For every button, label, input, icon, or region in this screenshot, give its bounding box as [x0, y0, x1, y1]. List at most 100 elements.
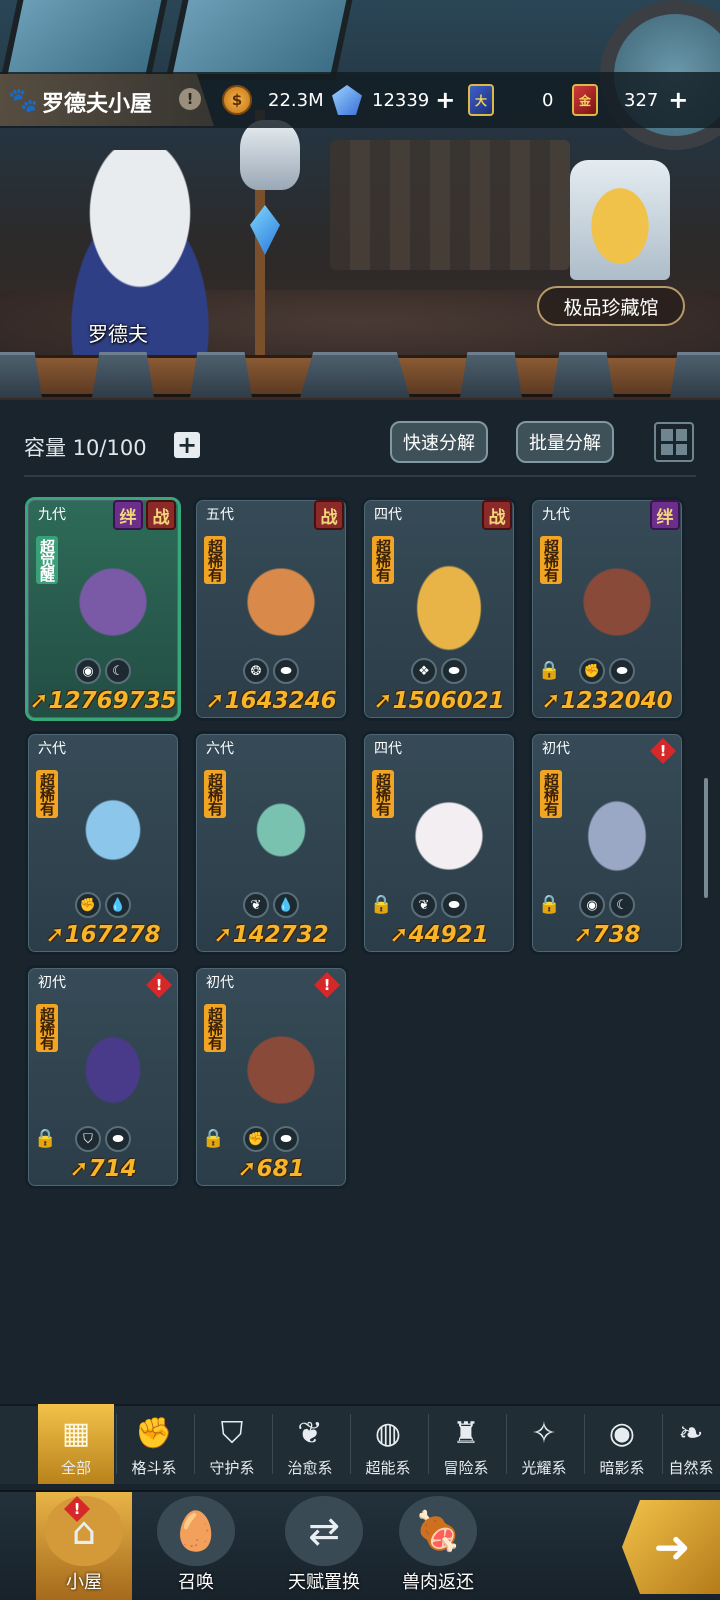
- filter-tab-label: 自然系: [668, 1459, 714, 1477]
- psychic-icon: ◍: [374, 1415, 402, 1451]
- pet-card[interactable]: 六代 超稀有 ❦ 💧 ➚142732: [193, 731, 349, 955]
- window: [0, 0, 170, 80]
- filter-tab-psychic[interactable]: ◍ 超能系: [350, 1404, 426, 1484]
- sprout-icon: ❦: [411, 892, 437, 918]
- divider: [24, 475, 696, 477]
- rarity-tag: 超稀有: [540, 536, 562, 584]
- pet-generation: 九代: [542, 507, 570, 523]
- rarity-tag: 超稀有: [36, 1004, 58, 1052]
- filter-tab-all[interactable]: ▦ 全部: [38, 1404, 114, 1484]
- bookshelf: [330, 140, 570, 270]
- battle-badge: 战: [146, 500, 176, 530]
- add-crystal-button[interactable]: +: [433, 86, 457, 114]
- gold-ticket-value: 327: [624, 89, 659, 111]
- filter-tab-sprout[interactable]: ❦ 治愈系: [272, 1404, 348, 1484]
- filter-tab-shield[interactable]: ⛉ 守护系: [194, 1404, 270, 1484]
- nav-meat[interactable]: 🍖 兽肉返还: [376, 1492, 500, 1600]
- info-icon[interactable]: !: [179, 88, 201, 110]
- pet-portrait: [58, 770, 168, 890]
- crystal-icon: [332, 85, 362, 115]
- pet-card[interactable]: 四代 超稀有 🔒 ❦ ⬬ ➚44921: [361, 731, 517, 955]
- pet-generation: 六代: [206, 741, 234, 757]
- rarity-tag: 超稀有: [204, 1004, 226, 1052]
- filter-tab-label: 治愈系: [287, 1459, 333, 1477]
- filter-tab-leaf[interactable]: ❧ 自然系: [662, 1404, 720, 1484]
- leaf-icon: ❧: [678, 1415, 704, 1451]
- sprout-icon: ❦: [243, 892, 269, 918]
- pet-card[interactable]: 五代 超稀有 战 ❂ ⬬ ➚1643246: [193, 497, 349, 721]
- pet-card[interactable]: 六代 超稀有 ✊ 💧 ➚167278: [25, 731, 181, 955]
- nav-egg[interactable]: 🥚 召唤: [148, 1492, 244, 1600]
- pet-portrait: [562, 770, 672, 890]
- nav-label: 召唤: [178, 1572, 214, 1593]
- coin-value: 22.3M: [268, 89, 324, 111]
- water-icon: 💧: [273, 892, 299, 918]
- alert-icon: !: [650, 738, 676, 764]
- flame-icon: ❖: [411, 658, 437, 684]
- grid-view-button[interactable]: [654, 422, 694, 462]
- element-icons: ❦ 💧: [196, 892, 346, 918]
- rarity-tag: 超稀有: [204, 536, 226, 584]
- nav-swap[interactable]: ⇄ 天赋置换: [262, 1492, 386, 1600]
- character-name: 罗德夫: [88, 322, 148, 346]
- scrollbar[interactable]: [704, 778, 708, 898]
- filter-tab-light[interactable]: ✧ 光耀系: [506, 1404, 582, 1484]
- rarity-tag: 超稀有: [372, 536, 394, 584]
- filter-tab-fist[interactable]: ✊ 格斗系: [116, 1404, 192, 1484]
- go-arrow-button[interactable]: ➜: [622, 1500, 720, 1594]
- light-icon: ✧: [531, 1415, 557, 1451]
- owl: [240, 120, 300, 190]
- tab-separator: [350, 1414, 351, 1474]
- ticket-resource: 大 0: [468, 84, 553, 116]
- tab-separator: [116, 1414, 117, 1474]
- window: [165, 0, 355, 80]
- pet-card[interactable]: 九代 超稀有绊 🔒 ✊ ⬬ ➚1232040: [529, 497, 685, 721]
- tab-separator: [584, 1414, 585, 1474]
- rail-block: [190, 352, 252, 398]
- museum-button[interactable]: 极品珍藏馆: [537, 286, 685, 326]
- capacity-label: 容量 10/100: [24, 436, 147, 460]
- power-value: ➚167278: [45, 922, 161, 948]
- pet-generation: 四代: [374, 507, 402, 523]
- pet-card[interactable]: 初代 超稀有! 🔒 ◉ ☾ ➚738: [529, 731, 685, 955]
- badge-group: 绊: [650, 500, 680, 530]
- rail-block: [300, 352, 410, 398]
- eye-icon: ◉: [579, 892, 605, 918]
- rail-block: [670, 352, 720, 398]
- rail-block: [552, 352, 614, 398]
- egg-icon: 🥚: [157, 1496, 235, 1566]
- golden-statue[interactable]: [570, 160, 670, 280]
- rarity-tag: 超稀有: [36, 770, 58, 818]
- pet-card[interactable]: 九代 超觉醒 绊战 ◉ ☾ ➚12769735: [25, 497, 181, 721]
- tab-separator: [194, 1414, 195, 1474]
- expand-capacity-button[interactable]: +: [174, 432, 200, 458]
- power-value: ➚738: [573, 922, 641, 948]
- batch-decompose-button[interactable]: 批量分解: [516, 421, 614, 463]
- add-gold-ticket-button[interactable]: +: [666, 86, 690, 114]
- filter-tab-lantern[interactable]: ♜ 冒险系: [428, 1404, 504, 1484]
- alert-icon: !: [314, 972, 340, 998]
- pet-portrait: [394, 770, 504, 890]
- alert-icon: !: [146, 972, 172, 998]
- gold-ticket-resource: 金 327 +: [572, 84, 690, 116]
- filter-tab-eye[interactable]: ◉ 暗影系: [584, 1404, 660, 1484]
- sprout-icon: ❦: [297, 1415, 323, 1451]
- element-icons: ❂ ⬬: [196, 658, 346, 684]
- badge-group: 绊战: [113, 500, 176, 530]
- pet-generation: 六代: [38, 741, 66, 757]
- quick-decompose-button[interactable]: 快速分解: [390, 421, 488, 463]
- pet-card[interactable]: 四代 超稀有 战 ❖ ⬬ ➚1506021: [361, 497, 517, 721]
- shield-icon: ⛉: [220, 1415, 244, 1451]
- bond-badge: 绊: [113, 500, 143, 530]
- rail-block: [92, 352, 154, 398]
- meat-icon: ⬬: [609, 658, 635, 684]
- nav-label: 天赋置换: [288, 1572, 360, 1593]
- filter-tab-label: 守护系: [209, 1459, 255, 1477]
- pet-card[interactable]: 初代 超稀有! 🔒 ✊ ⬬ ➚681: [193, 965, 349, 1189]
- pet-portrait: [58, 1004, 168, 1124]
- pet-card[interactable]: 初代 超稀有! 🔒 ⛉ ⬬ ➚714: [25, 965, 181, 1189]
- pet-portrait: [226, 770, 336, 890]
- nav-label: 小屋: [66, 1572, 102, 1593]
- filter-tab-label: 暗影系: [599, 1459, 645, 1477]
- badge-group: 战: [482, 500, 512, 530]
